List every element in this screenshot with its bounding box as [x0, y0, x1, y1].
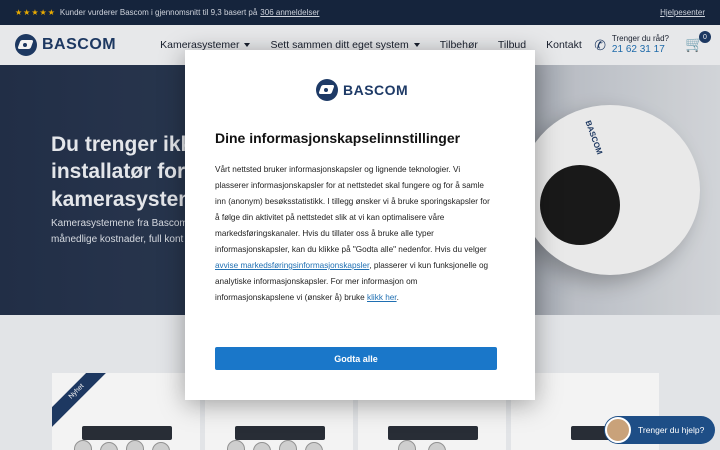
body-line: informasjonskapsler, kan du klikke på "G… — [215, 245, 487, 254]
body-text: , plasserer vi kun funksjonelle og — [369, 261, 489, 270]
modal-title: Dine informasjonskapselinnstillinger — [215, 130, 461, 146]
chat-label: Trenger du hjelp? — [638, 425, 705, 435]
body-line: inn (anonym) besøksstatistikk. I tillegg… — [215, 197, 490, 206]
modal-logo-text: BASCOM — [343, 82, 409, 98]
support-avatar — [605, 417, 631, 443]
accept-all-button[interactable]: Godta alle — [215, 347, 497, 370]
reject-marketing-cookies-link[interactable]: avvise markedsføringsinformasjonskapsler — [215, 261, 369, 270]
body-line: å følge din aktivitet på nettstedet slik… — [215, 213, 445, 222]
body-line: Vårt nettsted bruker informasjonskapsler… — [215, 165, 461, 174]
more-info-link[interactable]: klikk her — [367, 293, 397, 302]
body-line: avvise markedsføringsinformasjonskapsler… — [215, 258, 505, 274]
body-text: . — [396, 293, 399, 302]
help-chat-button[interactable]: Trenger du hjelp? — [604, 416, 715, 444]
body-text: informasjonskapslene vi (ønsker å) bruke — [215, 293, 367, 302]
modal-body: Vårt nettsted bruker informasjonskapsler… — [215, 162, 505, 306]
cookie-consent-dialog: BASCOM Dine informasjonskapselinnstillin… — [185, 50, 535, 400]
body-line: markedsføringskanaler. Hvis du tillater … — [215, 229, 434, 238]
body-line: analytiske informasjonskapsler. For mer … — [215, 277, 418, 286]
bascom-logo-icon — [316, 79, 338, 101]
body-line: informasjonskapslene vi (ønsker å) bruke… — [215, 290, 505, 306]
body-line: plasserer informasjonskapsler for at net… — [215, 181, 484, 190]
modal-logo: BASCOM — [316, 79, 408, 101]
